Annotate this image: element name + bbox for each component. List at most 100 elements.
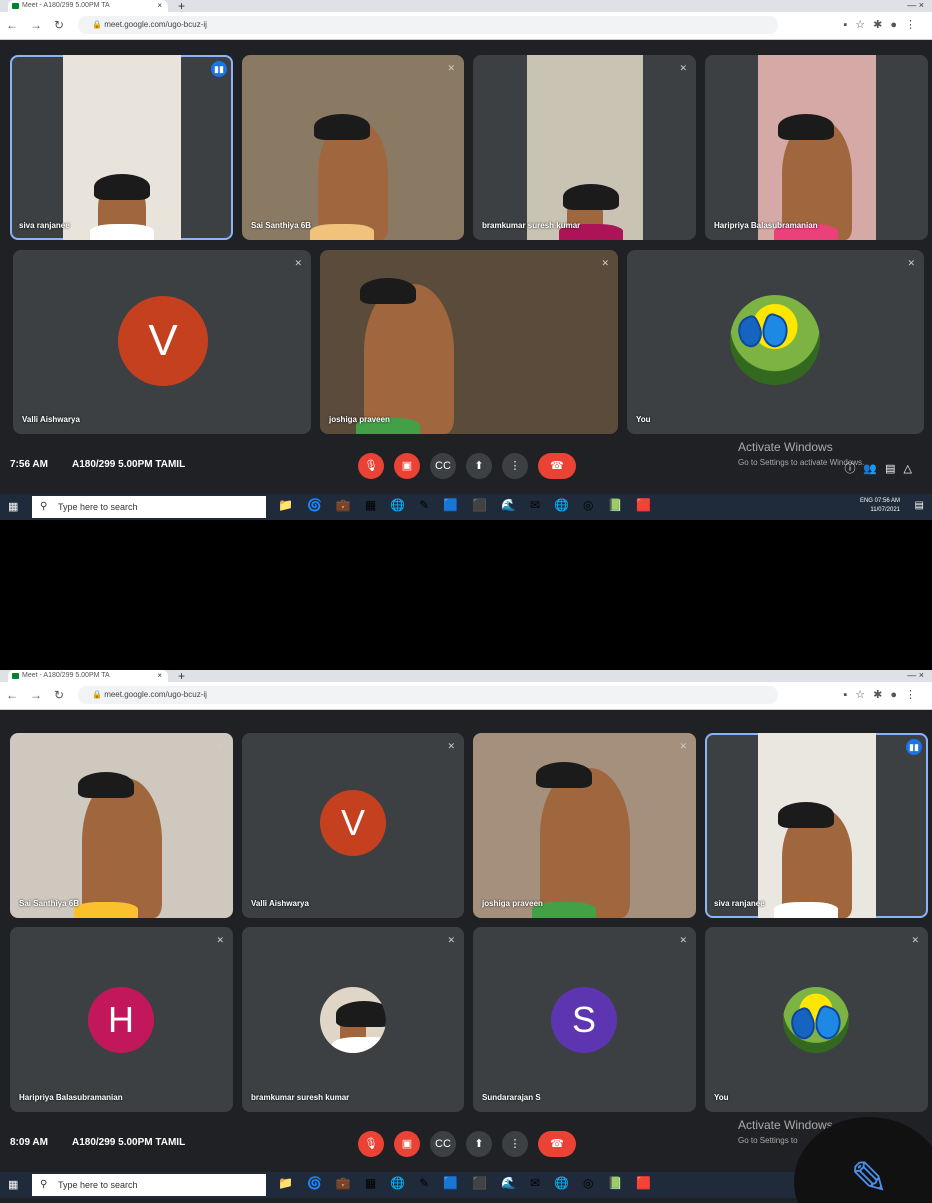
window-controls[interactable]: — × xyxy=(907,670,924,680)
taskbar-search[interactable]: ⚲ Type here to search xyxy=(32,1174,266,1196)
participant-name: bramkumar suresh kumar xyxy=(251,1093,350,1102)
participant-tile[interactable]: ✕ joshiga praveen xyxy=(473,733,696,918)
captions-button[interactable]: CC xyxy=(430,1131,456,1157)
browser-tab-strip: Meet - A180/299 5.00PM TA × + — × xyxy=(0,670,932,683)
meeting-title: A180/299 5.00PM TAMIL xyxy=(72,459,186,470)
participant-video xyxy=(758,55,876,240)
participant-tile[interactable]: ✕ Sai Santhiya 6B xyxy=(242,55,464,240)
participant-tile[interactable]: ✕ joshiga praveen xyxy=(320,250,618,434)
mic-muted-icon: ✕ xyxy=(216,935,224,945)
mic-muted-icon: ✕ xyxy=(911,935,919,945)
participant-name: Valli Aishwarya xyxy=(251,899,309,908)
meet-control-bar: 8:09 AM A180/299 5.00PM TAMIL 🎙 ▣ CC ⬆ ⋮… xyxy=(0,1118,932,1168)
back-icon[interactable]: ← xyxy=(6,18,18,32)
mic-muted-icon: ✕ xyxy=(907,258,915,268)
participant-tile[interactable]: ▮▮ siva ranjanee xyxy=(10,55,233,240)
more-options-button[interactable]: ⋮ xyxy=(502,1131,528,1157)
participant-tile[interactable]: V ✕ Valli Aishwarya xyxy=(242,733,464,918)
tab-title: Meet - A180/299 5.00PM TA xyxy=(22,2,110,9)
participant-video xyxy=(527,55,643,240)
reload-icon[interactable]: ↻ xyxy=(54,18,64,32)
participant-video xyxy=(758,733,876,918)
extensions-icons[interactable]: ▪☆✱●⋮ xyxy=(843,688,924,701)
tab-close-icon[interactable]: × xyxy=(157,670,162,682)
notification-icon[interactable]: ▤ xyxy=(915,500,924,511)
clock-text: 7:56 AM xyxy=(10,459,48,470)
forward-icon[interactable]: → xyxy=(30,18,42,32)
activate-windows-title: Activate Windows xyxy=(738,440,833,454)
mic-muted-icon: ✕ xyxy=(447,935,455,945)
more-options-button[interactable]: ⋮ xyxy=(502,453,528,479)
url-text: meet.google.com/ugo-bcuz-ij xyxy=(104,20,207,29)
participant-tile[interactable]: Haripriya Balasubramanian xyxy=(705,55,928,240)
url-field[interactable]: 🔒 meet.google.com/ugo-bcuz-ij xyxy=(78,686,778,704)
search-icon: ⚲ xyxy=(40,501,48,512)
reload-icon[interactable]: ↻ xyxy=(54,688,64,702)
participant-tile[interactable]: V ✕ Valli Aishwarya xyxy=(13,250,311,434)
tray-lang: ENG xyxy=(859,498,873,504)
participant-name: Haripriya Balasubramanian xyxy=(19,1093,123,1102)
participant-name: bramkumar suresh kumar xyxy=(482,221,581,230)
participant-tile[interactable]: H ✕ Haripriya Balasubramanian xyxy=(10,927,233,1112)
participant-video xyxy=(73,772,162,918)
start-icon[interactable]: ▦ xyxy=(8,1178,18,1191)
url-text: meet.google.com/ugo-bcuz-ij xyxy=(104,690,207,699)
start-icon[interactable]: ▦ xyxy=(8,500,18,513)
leave-call-button[interactable]: ☎ xyxy=(538,1131,576,1157)
participant-tile[interactable]: ✕ bramkumar suresh kumar xyxy=(473,55,696,240)
mic-muted-icon: ✕ xyxy=(679,741,687,751)
extensions-icons[interactable]: ▪☆✱●⋮ xyxy=(843,18,924,31)
mic-muted-icon: ✕ xyxy=(447,63,455,73)
tab-title: Meet - A180/299 5.00PM TA xyxy=(22,672,110,679)
browser-tab[interactable]: Meet - A180/299 5.00PM TA × xyxy=(8,0,168,12)
windows-taskbar: ▦ ⚲ Type here to search 📁🌀💼▦🌐✎🟦⬛🌊✉🌐◎📗🟥 xyxy=(0,1172,932,1198)
mic-muted-icon: ✕ xyxy=(447,741,455,751)
present-button[interactable]: ⬆ xyxy=(466,453,492,479)
speaking-indicator-icon: ▮▮ xyxy=(906,739,922,755)
pen-icon: ✎ xyxy=(850,1152,889,1203)
participant-avatar: H xyxy=(88,987,154,1053)
participant-tile[interactable]: ✕ Sai Santhiya 6B xyxy=(10,733,233,918)
mic-off-button[interactable]: 🎙 xyxy=(358,453,384,479)
meet-screenshot-2: Meet - A180/299 5.00PM TA × + — × ← → ↻ … xyxy=(0,670,932,1203)
camera-off-button[interactable]: ▣ xyxy=(394,1131,420,1157)
back-icon[interactable]: ← xyxy=(6,688,18,702)
window-controls[interactable]: — × xyxy=(907,0,924,10)
taskbar-apps[interactable]: 📁🌀💼▦🌐✎🟦⬛🌊✉🌐◎📗🟥 xyxy=(278,1176,665,1190)
url-field[interactable]: 🔒 meet.google.com/ugo-bcuz-ij xyxy=(78,16,778,34)
address-bar-row: ← → ↻ 🔒 meet.google.com/ugo-bcuz-ij ▪☆✱●… xyxy=(0,12,932,40)
participant-name: joshiga praveen xyxy=(329,415,390,424)
taskbar-apps[interactable]: 📁🌀💼▦🌐✎🟦⬛🌊✉🌐◎📗🟥 xyxy=(278,498,665,512)
participant-tile[interactable]: ✕ You xyxy=(705,927,928,1112)
browser-tab[interactable]: Meet - A180/299 5.00PM TA × xyxy=(8,670,168,682)
participant-tile[interactable]: ✕ You xyxy=(627,250,924,434)
speaking-indicator-icon: ▮▮ xyxy=(211,61,227,77)
participant-name: Sundararajan S xyxy=(482,1093,541,1102)
participant-avatar: V xyxy=(118,296,208,386)
meet-side-icons[interactable]: ⓘ👥▤△ xyxy=(844,460,920,476)
mic-muted-icon: ✕ xyxy=(679,935,687,945)
tray-time-text: 07:56 AM xyxy=(874,498,900,504)
participant-tile[interactable]: ✕ bramkumar suresh kumar xyxy=(242,927,464,1112)
taskbar-search[interactable]: ⚲ Type here to search xyxy=(32,496,266,518)
meet-control-bar: 7:56 AM A180/299 5.00PM TAMIL 🎙 ▣ CC ⬆ ⋮… xyxy=(0,440,932,490)
mic-off-button[interactable]: 🎙 xyxy=(358,1131,384,1157)
captions-button[interactable]: CC xyxy=(430,453,456,479)
participant-avatar: S xyxy=(551,987,617,1053)
leave-call-button[interactable]: ☎ xyxy=(538,453,576,479)
participant-tile[interactable]: S ✕ Sundararajan S xyxy=(473,927,696,1112)
windows-taskbar: ▦ ⚲ Type here to search 📁🌀💼▦🌐✎🟦⬛🌊✉🌐◎📗🟥 E… xyxy=(0,494,932,520)
clock-text: 8:09 AM xyxy=(10,1137,48,1148)
activate-windows-title: Activate Windows xyxy=(738,1118,833,1132)
forward-icon[interactable]: → xyxy=(30,688,42,702)
camera-off-button[interactable]: ▣ xyxy=(394,453,420,479)
tray-date-text: 11/07/2021 xyxy=(870,507,900,513)
participant-tile[interactable]: ▮▮ siva ranjanee xyxy=(705,733,928,918)
tab-close-icon[interactable]: × xyxy=(157,0,162,12)
butterfly-avatar-icon xyxy=(783,987,849,1053)
address-bar-row: ← → ↻ 🔒 meet.google.com/ugo-bcuz-ij ▪☆✱●… xyxy=(0,682,932,710)
participant-name: Haripriya Balasubramanian xyxy=(714,221,818,230)
present-button[interactable]: ⬆ xyxy=(466,1131,492,1157)
participant-name: Valli Aishwarya xyxy=(22,415,80,424)
butterfly-avatar-icon xyxy=(730,295,820,385)
